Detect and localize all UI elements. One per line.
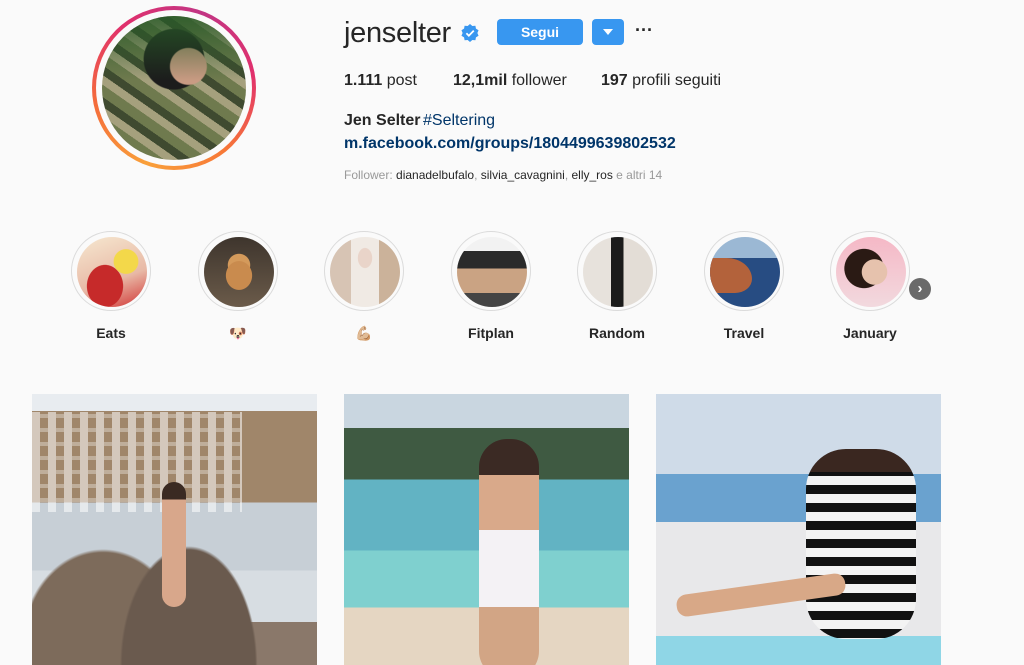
highlight-label: 🐶 — [229, 325, 247, 341]
followed-by-user[interactable]: dianadelbufalo — [396, 168, 474, 182]
highlight-ring — [577, 231, 657, 311]
followed-by-user[interactable]: elly_ros — [571, 168, 612, 182]
posts-count-value: 1.111 — [344, 72, 383, 89]
highlight-label: Random — [589, 325, 645, 341]
followed-by-suffix: e altri 14 — [612, 168, 663, 182]
highlight-ring — [324, 231, 404, 311]
post-thumbnail[interactable] — [344, 394, 629, 665]
post-subject — [162, 482, 186, 607]
followed-by-line[interactable]: Follower: dianadelbufalo, silvia_cavagni… — [344, 168, 662, 182]
chevron-right-icon[interactable]: › — [909, 278, 931, 300]
bio-hashtag-link[interactable]: #Seltering — [423, 112, 495, 130]
highlight-cover-image — [836, 237, 906, 307]
post-subject — [806, 449, 916, 639]
highlight-label: Travel — [723, 325, 765, 341]
posts-count-stat: 1.111 post — [344, 72, 417, 90]
chevron-down-icon — [603, 29, 613, 35]
highlight-label: Eats — [96, 325, 126, 341]
avatar[interactable] — [102, 16, 246, 160]
following-count-stat[interactable]: 197 profili seguiti — [601, 72, 721, 90]
profile-username: jenselter — [344, 17, 451, 49]
post-thumbnail[interactable] — [656, 394, 941, 665]
highlight-cover-image — [457, 237, 527, 307]
bio-external-link[interactable]: m.facebook.com/groups/1804499639802532 — [344, 135, 676, 153]
followers-count-label: follower — [507, 72, 567, 89]
suggested-accounts-dropdown-button[interactable] — [592, 19, 624, 45]
highlight-ring — [71, 231, 151, 311]
profile-avatar-ring[interactable] — [92, 6, 256, 170]
more-options-icon[interactable]: ··· — [633, 20, 655, 44]
followers-count-stat[interactable]: 12,1mil follower — [453, 72, 567, 90]
highlight-ring — [830, 231, 910, 311]
highlight-cover-image — [583, 237, 653, 307]
post-subject — [479, 439, 539, 665]
highlight-ring — [704, 231, 784, 311]
followers-count-value: 12,1mil — [453, 72, 508, 89]
highlight-cover-image — [77, 237, 147, 307]
followed-by-separator: , — [474, 168, 481, 182]
post-thumbnail[interactable] — [32, 394, 317, 665]
highlight-cover-image — [204, 237, 274, 307]
posts-count-label: post — [382, 72, 417, 89]
highlight-label: January — [843, 325, 897, 341]
highlight-label: Fitplan — [468, 325, 514, 341]
highlight-ring — [451, 231, 531, 311]
followed-by-prefix: Follower: — [344, 168, 397, 182]
highlight-ring — [198, 231, 278, 311]
highlight-label: 💪🏼 — [355, 325, 373, 341]
profile-full-name: Jen Selter — [344, 112, 421, 129]
followed-by-user[interactable]: silvia_cavagnini — [481, 168, 565, 182]
verified-badge-icon — [461, 24, 479, 42]
following-count-value: 197 — [601, 72, 628, 89]
follow-button[interactable]: Segui — [497, 19, 583, 45]
highlight-cover-image — [710, 237, 780, 307]
post-scene — [32, 412, 242, 512]
following-count-label: profili seguiti — [627, 72, 722, 89]
highlight-cover-image — [330, 237, 400, 307]
